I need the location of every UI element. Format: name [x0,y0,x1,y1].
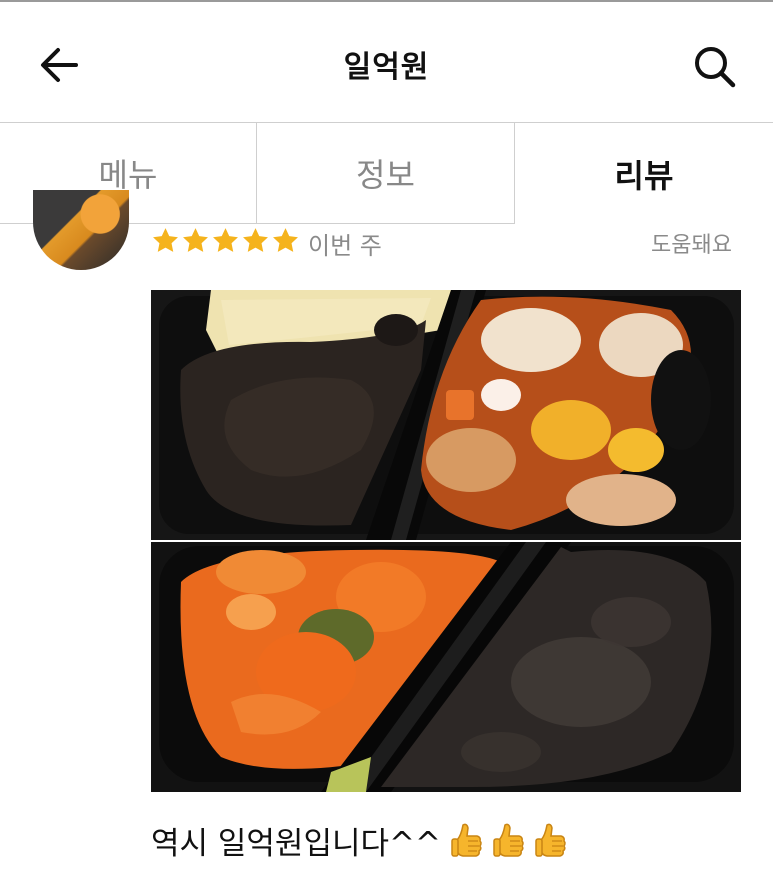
thumbs-up-icon [493,823,524,857]
page: 일억원 메뉴 정보 리뷰 이번 주 도움돼요 역시 일억원입니다^^ [0,0,773,893]
tab-info[interactable]: 정보 [257,123,515,224]
rating-stars [151,226,300,256]
star-icon [153,228,178,252]
top-bar: 일억원 [0,0,773,122]
search-icon [695,47,736,88]
thumbs-up-icon [451,823,482,857]
search-button[interactable] [690,42,738,90]
star-icon [243,228,268,252]
page-title: 일억원 [343,50,430,85]
tab-reviews[interactable]: 리뷰 [515,123,773,224]
review-body: 역시 일억원입니다^^ [151,818,569,863]
star-icon [213,228,238,252]
review-photo[interactable] [151,290,741,540]
star-icon [183,228,208,252]
emoji-group [449,821,569,861]
review-text: 역시 일억원입니다^^ [151,826,441,862]
review-date: 이번 주 [308,232,382,260]
star-icon [273,228,298,252]
thumbs-up-icon [535,823,566,857]
helpful-button[interactable]: 도움돼요 [651,227,732,259]
avatar[interactable] [33,190,129,270]
review-photo[interactable] [151,542,741,792]
